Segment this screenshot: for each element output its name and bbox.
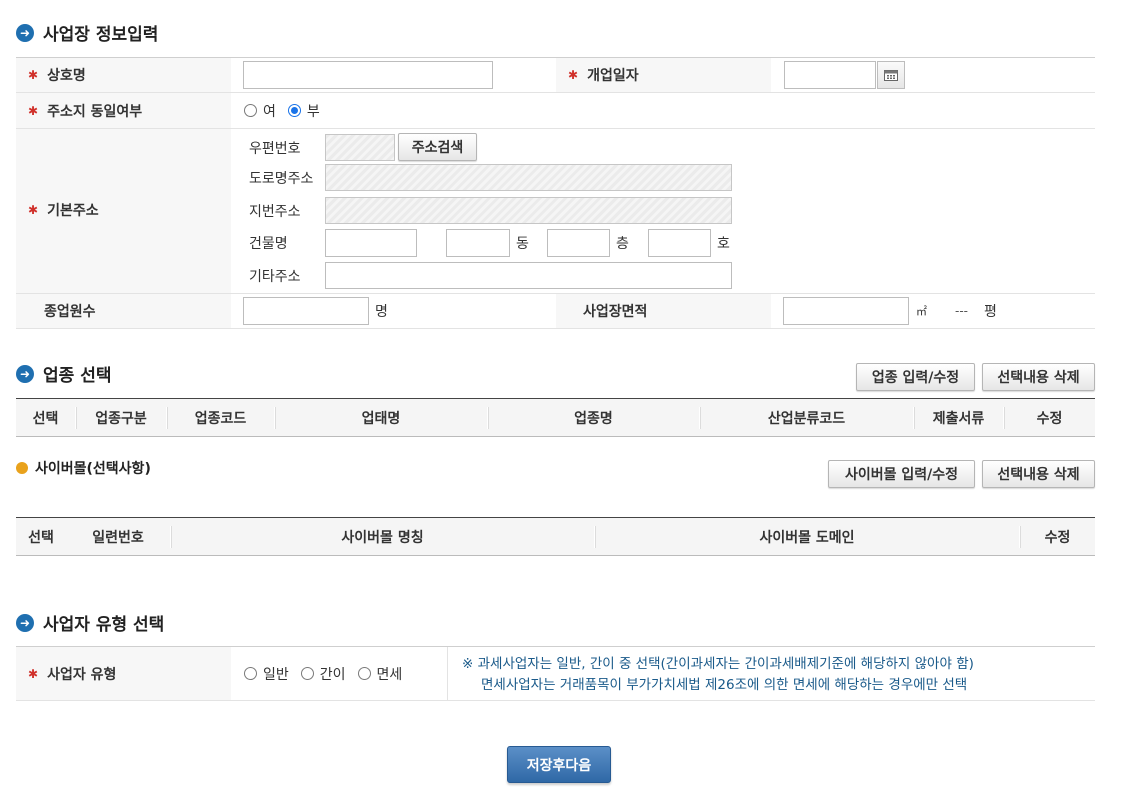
cyber-edit-button[interactable]: 사이버몰 입력/수정	[828, 460, 975, 488]
area-input[interactable]	[783, 297, 909, 325]
arrow-right-icon: ➜	[16, 23, 34, 42]
postal-code-input	[325, 134, 395, 161]
same-address-label: ✱ 주소지 동일여부	[28, 103, 143, 120]
required-icon: ✱	[28, 666, 39, 681]
bullet-icon	[16, 462, 28, 474]
road-address-label: 도로명주소	[249, 170, 314, 187]
save-and-next-button[interactable]: 저장후다음	[507, 746, 611, 783]
business-type-label: ✱ 사업자 유형	[28, 666, 117, 683]
radio-general[interactable]: 일반	[244, 664, 289, 684]
table-top-border	[16, 57, 1095, 58]
open-date-input[interactable]	[784, 61, 876, 89]
col-industry-name: 업종명	[574, 410, 613, 427]
ho-input[interactable]	[648, 229, 711, 257]
industry-table-header: 선택 업종구분 업종코드 업태명 업종명 산업분류코드 제출서류 수정	[16, 399, 1095, 436]
cyber-mall-title: 사이버몰(선택사항)	[16, 458, 151, 478]
cyber-table-bottom	[16, 555, 1095, 556]
col-serial: 일련번호	[92, 529, 144, 546]
col-business-type: 업태명	[361, 410, 401, 427]
radio-yes[interactable]: 여	[244, 101, 276, 121]
section-title-industry: ➜ 업종 선택	[16, 361, 111, 386]
base-address-label: ✱ 기본주소	[28, 203, 99, 219]
industry-edit-button[interactable]: 업종 입력/수정	[856, 363, 975, 391]
building-name-input[interactable]	[325, 229, 417, 257]
etc-address-label: 기타주소	[249, 268, 301, 285]
row-divider	[16, 92, 1095, 93]
dong-label: 동	[516, 236, 529, 252]
employees-label: 종업원수	[44, 304, 96, 320]
business-type-radio-group: 일반 간이 면세	[244, 647, 414, 700]
radio-no-circle[interactable]	[287, 104, 301, 117]
required-icon: ✱	[28, 67, 39, 82]
section-title-business-info: ➜ 사업장 정보입력	[16, 20, 158, 45]
col-classification-code: 산업분류코드	[767, 410, 846, 427]
floor-label: 층	[616, 236, 629, 252]
radio-exempt-circle[interactable]	[357, 667, 371, 680]
company-name-input[interactable]	[243, 61, 493, 89]
col-industry-type: 업종구분	[95, 410, 147, 427]
address-search-button[interactable]: 주소검색	[398, 133, 477, 161]
type-note-line2: 면세사업자는 거래품목이 부가가치세법 제26조에 의한 면세에 해당하는 경우…	[481, 677, 968, 693]
col-select: 선택	[32, 410, 59, 427]
col-mall-domain: 사이버몰 도메인	[759, 529, 855, 546]
radio-general-circle[interactable]	[244, 667, 257, 680]
row-divider	[16, 293, 1095, 294]
type-table-bottom	[16, 700, 1095, 701]
required-icon: ✱	[28, 203, 39, 217]
dong-input[interactable]	[446, 229, 510, 257]
company-name-label: ✱ 상호명	[28, 67, 86, 84]
type-note-line1: ※ 과세사업자는 일반, 간이 중 선택(간이과세자는 간이과세배제기준에 해당…	[462, 656, 974, 672]
row-divider	[16, 328, 1095, 329]
col-edit: 수정	[1044, 529, 1071, 546]
cyber-table-header: 선택 일련번호 사이버몰 명칭 사이버몰 도메인 수정	[16, 518, 1095, 555]
col-industry-code: 업종코드	[194, 410, 247, 427]
lot-address-input	[325, 197, 732, 224]
arrow-right-icon: ➜	[16, 364, 34, 383]
type-divider	[447, 647, 448, 700]
col-select: 선택	[28, 529, 54, 546]
radio-exempt[interactable]: 면세	[357, 664, 402, 684]
arrow-right-icon: ➜	[16, 613, 34, 632]
building-name-label: 건물명	[249, 236, 288, 252]
etc-address-input[interactable]	[325, 262, 732, 289]
required-icon: ✱	[28, 103, 39, 118]
calendar-button[interactable]	[877, 61, 905, 89]
area-unit: ㎡	[916, 305, 927, 318]
cyber-delete-button[interactable]: 선택내용 삭제	[982, 460, 1095, 488]
industry-delete-button[interactable]: 선택내용 삭제	[982, 363, 1095, 391]
open-date-label: ✱ 개업일자	[568, 67, 639, 84]
calendar-icon	[884, 70, 898, 81]
col-edit: 수정	[1036, 410, 1063, 427]
required-icon: ✱	[568, 67, 579, 82]
employees-input[interactable]	[243, 297, 369, 325]
pyeong-unit: 평	[984, 304, 997, 320]
radio-simple-circle[interactable]	[300, 667, 314, 680]
radio-no[interactable]: 부	[287, 101, 320, 121]
same-address-radio-group: 여 부	[244, 93, 332, 128]
radio-simple[interactable]: 간이	[300, 664, 346, 684]
col-documents: 제출서류	[932, 410, 985, 427]
type-table-top	[16, 646, 1095, 647]
ho-label: 호	[717, 236, 730, 252]
col-mall-name: 사이버몰 명칭	[341, 529, 424, 546]
radio-yes-circle[interactable]	[244, 104, 257, 117]
area-label: 사업장면적	[583, 304, 648, 320]
pyeong-value: ---	[955, 304, 968, 318]
row-divider	[16, 128, 1095, 129]
road-address-input	[325, 164, 732, 191]
lot-address-label: 지번주소	[249, 203, 301, 220]
postal-code-label: 우편번호	[249, 140, 301, 157]
section-title-business-type: ➜ 사업자 유형 선택	[16, 610, 164, 635]
employees-unit: 명	[375, 304, 388, 320]
industry-table-bottom	[16, 436, 1095, 437]
floor-input[interactable]	[547, 229, 610, 257]
